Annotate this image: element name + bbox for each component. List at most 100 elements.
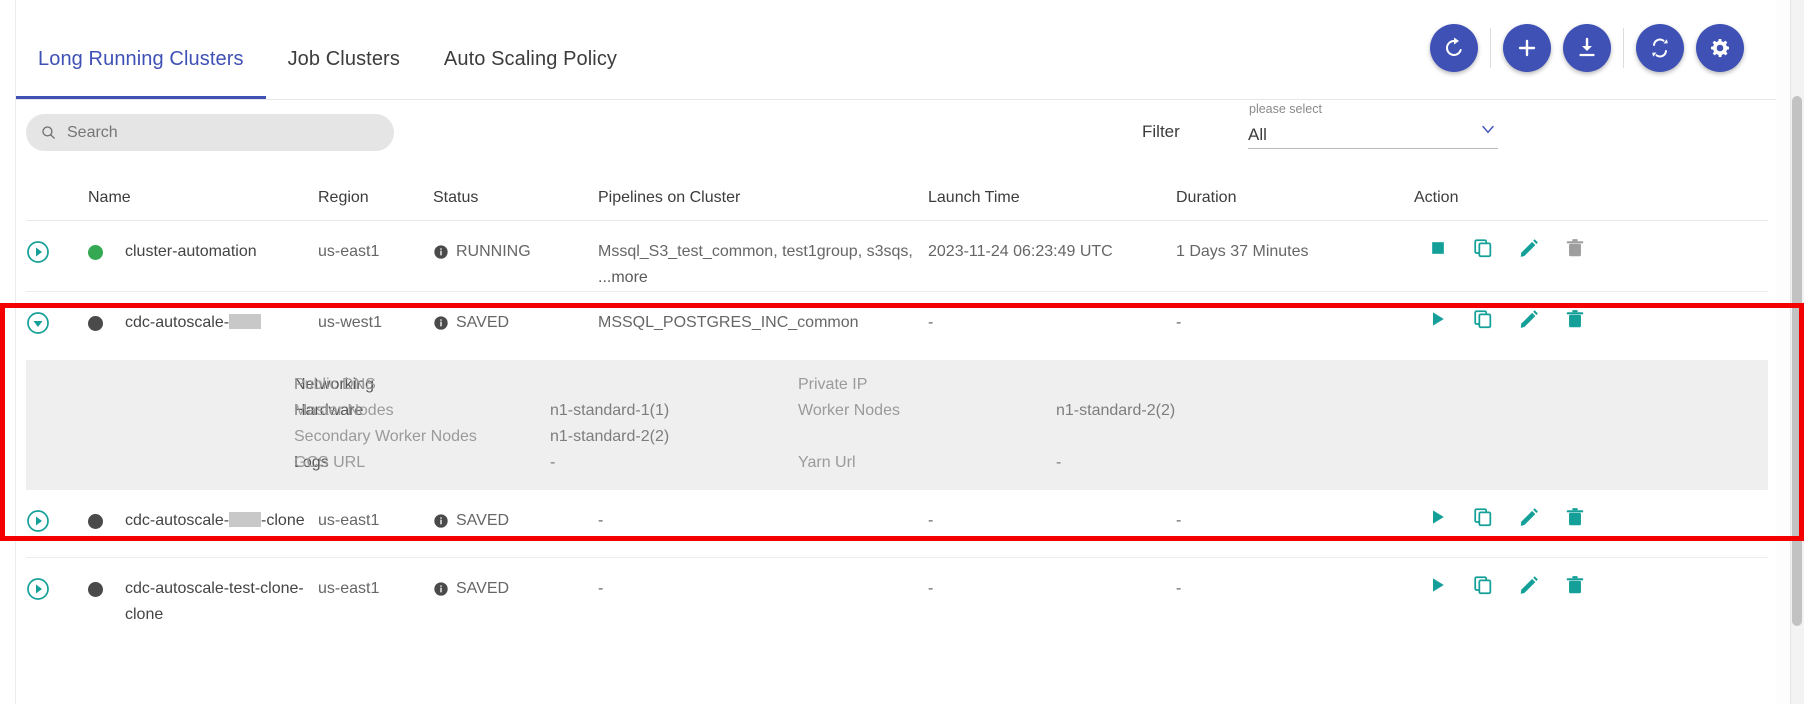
cluster-duration: 1 Days 37 Minutes <box>1176 243 1309 260</box>
cluster-actions-cell <box>1414 508 1768 528</box>
copy-icon[interactable] <box>1472 308 1494 330</box>
status-dot <box>88 316 103 331</box>
detail-worker-nodes-label: Worker Nodes <box>798 402 900 419</box>
cluster-actions-cell <box>1414 239 1768 259</box>
cluster-detail-panel: Networking Public DNS Private IP Hardwar… <box>26 360 1768 490</box>
cluster-actions-cell <box>1414 310 1768 330</box>
tab-label: Job Clusters <box>287 48 400 70</box>
play-icon[interactable] <box>1428 309 1448 329</box>
delete-icon[interactable] <box>1564 237 1586 259</box>
status-dot <box>88 245 103 260</box>
status-dot <box>88 582 103 597</box>
row-expander-collapsed[interactable] <box>26 239 88 269</box>
expand-row-icon[interactable] <box>26 240 50 264</box>
toolbar-row: Filter please select All <box>16 100 1778 175</box>
status-dot <box>88 514 103 529</box>
tab-job-clusters[interactable]: Job Clusters <box>266 48 422 99</box>
cluster-region: us-east1 <box>318 580 380 597</box>
tab-list: Long Running Clusters Job Clusters Auto … <box>16 0 639 99</box>
refresh-icon <box>1446 37 1462 56</box>
edit-icon[interactable] <box>1518 237 1540 259</box>
play-icon[interactable] <box>1428 575 1448 595</box>
cluster-name-cell: cdc-autoscale-test-clone-clone <box>88 576 318 628</box>
table-row[interactable]: cdc-autoscale-test-clone-clone us-east1 … <box>26 558 1768 628</box>
cluster-status: RUNNING <box>456 243 531 260</box>
cluster-duration: - <box>1176 580 1182 597</box>
edit-icon[interactable] <box>1518 506 1540 528</box>
info-icon[interactable] <box>433 315 449 331</box>
info-icon[interactable] <box>433 581 449 597</box>
gear-icon <box>1711 39 1730 58</box>
filter-select-hint: please select <box>1249 102 1322 116</box>
info-icon[interactable] <box>433 244 449 260</box>
detail-logs-label: Logs <box>294 454 329 471</box>
cluster-name-suffix: -clone <box>261 512 305 529</box>
settings-button[interactable] <box>1696 24 1744 72</box>
detail-yarn-url-value: - <box>1056 454 1062 471</box>
row-expander-collapsed[interactable] <box>26 576 88 606</box>
download-icon <box>1579 37 1595 57</box>
clusters-table: Name Region Status Pipelines on Cluster … <box>16 175 1778 628</box>
edit-icon[interactable] <box>1518 308 1540 330</box>
stop-icon[interactable] <box>1428 238 1448 258</box>
tab-long-running-clusters[interactable]: Long Running Clusters <box>16 48 266 99</box>
redacted-block <box>229 314 262 329</box>
info-icon[interactable] <box>433 513 449 529</box>
download-button[interactable] <box>1563 24 1611 72</box>
delete-icon[interactable] <box>1564 574 1586 596</box>
page-scrollbar[interactable] <box>1790 0 1804 704</box>
left-gutter <box>0 0 16 704</box>
tab-auto-scaling-policy[interactable]: Auto Scaling Policy <box>422 48 639 99</box>
tab-label: Auto Scaling Policy <box>443 48 618 70</box>
cluster-status-cell: SAVED <box>433 310 598 336</box>
cluster-management-page: Long Running Clusters Job Clusters Auto … <box>0 0 1804 704</box>
cluster-region: us-west1 <box>318 314 383 331</box>
detail-worker-nodes-value: n1-standard-2(2) <box>1056 402 1176 419</box>
row-expander-collapsed[interactable] <box>26 508 88 538</box>
row-expander-expanded[interactable] <box>26 310 88 340</box>
table-header-pipelines: Pipelines on Cluster <box>598 188 741 206</box>
detail-secondary-worker-value: n1-standard-2(2) <box>550 428 670 445</box>
filter-select[interactable]: please select All <box>1248 102 1498 149</box>
cluster-status-cell: SAVED <box>433 576 598 602</box>
sync-button[interactable] <box>1636 24 1684 72</box>
copy-icon[interactable] <box>1472 574 1494 596</box>
refresh-cluster-button[interactable] <box>1430 24 1478 72</box>
expand-row-icon[interactable] <box>26 509 50 533</box>
detail-row-logs: Logs GCS URL - Yarn Url - <box>26 450 1768 476</box>
chevron-down-icon[interactable] <box>1478 119 1498 148</box>
filter-select-value: All <box>1248 125 1267 144</box>
search-input[interactable] <box>67 123 380 142</box>
cluster-launch-time: 2023-11-24 06:23:49 UTC <box>928 243 1113 260</box>
detail-secondary-worker-label: Secondary Worker Nodes <box>294 428 477 445</box>
table-row[interactable]: cdc-autoscale- -clone us-east1 SAVED - - <box>26 490 1768 558</box>
table-row[interactable]: cdc-autoscale- us-west1 SAVED MSSQL_POST… <box>26 292 1768 360</box>
expand-row-icon[interactable] <box>26 577 50 601</box>
cluster-pipelines-cell: Mssql_S3_test_common, test1group, s3sqs,… <box>598 239 928 291</box>
cluster-name: cdc-autoscale- <box>125 310 262 336</box>
pipelines-more-link[interactable]: ...more <box>598 265 928 291</box>
delete-icon[interactable] <box>1564 506 1586 528</box>
cluster-status-cell: RUNNING <box>433 239 598 265</box>
tab-bar: Long Running Clusters Job Clusters Auto … <box>16 0 1778 100</box>
edit-icon[interactable] <box>1518 574 1540 596</box>
cluster-pipelines: MSSQL_POSTGRES_INC_common <box>598 314 859 331</box>
filter-select-field[interactable]: All <box>1248 119 1498 149</box>
table-row[interactable]: cluster-automation us-east1 RUNNING Mssq… <box>26 221 1768 292</box>
collapse-row-icon[interactable] <box>26 311 50 335</box>
sync-icon <box>1652 38 1668 58</box>
scrollbar-thumb[interactable] <box>1792 96 1802 626</box>
header-action-bar <box>1424 24 1750 72</box>
search-box[interactable] <box>26 114 394 151</box>
play-icon[interactable] <box>1428 507 1448 527</box>
cluster-status: SAVED <box>456 314 510 331</box>
copy-icon[interactable] <box>1472 237 1494 259</box>
cluster-pipelines: - <box>598 580 604 597</box>
table-header-row: Name Region Status Pipelines on Cluster … <box>26 175 1768 221</box>
cluster-name-cell: cdc-autoscale- -clone <box>88 508 318 534</box>
delete-icon[interactable] <box>1564 308 1586 330</box>
cluster-name: cluster-automation <box>125 243 257 260</box>
copy-icon[interactable] <box>1472 506 1494 528</box>
add-cluster-button[interactable] <box>1503 24 1551 72</box>
filter-label: Filter <box>1142 122 1180 141</box>
